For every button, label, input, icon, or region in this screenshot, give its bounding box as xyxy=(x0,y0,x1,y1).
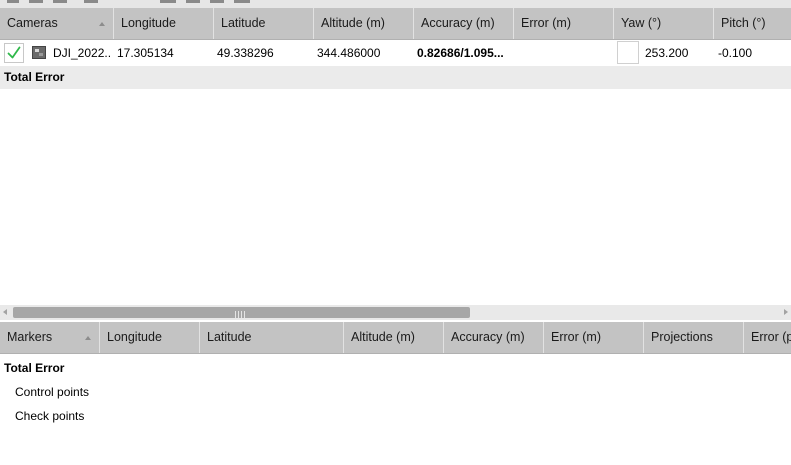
column-header-markers[interactable]: Markers xyxy=(0,322,100,353)
column-header-longitude[interactable]: Longitude xyxy=(100,322,200,353)
column-header-error-pix[interactable]: Error (p xyxy=(744,322,791,353)
control-points-group[interactable]: Control points xyxy=(15,380,89,404)
toolbar-icon[interactable] xyxy=(29,0,43,3)
camera-latitude: 49.338296 xyxy=(217,46,274,60)
camera-altitude: 344.486000 xyxy=(317,46,381,60)
scroll-right-arrow-icon[interactable] xyxy=(784,309,788,315)
markers-table-header: Markers Longitude Latitude Altitude (m) … xyxy=(0,322,791,354)
toolbar-icon[interactable] xyxy=(53,0,67,3)
toolbar-icon[interactable] xyxy=(160,0,176,3)
markers-total-error-row[interactable]: Total Error xyxy=(4,356,64,380)
camera-accuracy: 0.82686/1.095... xyxy=(417,46,504,60)
scroll-left-arrow-icon[interactable] xyxy=(3,309,7,315)
column-header-pitch[interactable]: Pitch (°) xyxy=(714,8,791,39)
check-points-group[interactable]: Check points xyxy=(15,404,84,428)
column-header-error[interactable]: Error (m) xyxy=(514,8,614,39)
column-header-latitude[interactable]: Latitude xyxy=(200,322,344,353)
toolbar-icon[interactable] xyxy=(186,0,200,3)
column-header-altitude[interactable]: Altitude (m) xyxy=(314,8,414,39)
camera-pitch: -0.100 xyxy=(718,46,753,60)
checkmark-icon xyxy=(7,46,21,59)
sort-ascending-icon xyxy=(85,336,91,340)
column-header-altitude[interactable]: Altitude (m) xyxy=(344,322,444,353)
camera-enabled-checkbox[interactable] xyxy=(4,43,24,63)
camera-longitude: 17.305134 xyxy=(117,46,174,60)
camera-yaw: 253.200 xyxy=(645,46,689,60)
camera-label: DJI_2022... xyxy=(53,46,111,60)
column-header-error[interactable]: Error (m) xyxy=(544,322,644,353)
cameras-total-error-row[interactable]: Total Error xyxy=(0,66,791,89)
sort-ascending-icon xyxy=(99,22,105,26)
toolbar xyxy=(0,0,791,8)
column-header-accuracy[interactable]: Accuracy (m) xyxy=(414,8,514,39)
column-header-projections[interactable]: Projections xyxy=(644,322,744,353)
column-header-latitude[interactable]: Latitude xyxy=(214,8,314,39)
grip-icon xyxy=(238,311,239,318)
toolbar-icon[interactable] xyxy=(84,0,98,3)
toolbar-icon[interactable] xyxy=(7,0,19,3)
grip-icon xyxy=(244,311,245,318)
cameras-table-header: Cameras Longitude Latitude Altitude (m) … xyxy=(0,8,791,40)
camera-image-icon xyxy=(32,46,46,59)
column-header-yaw[interactable]: Yaw (°) xyxy=(614,8,714,39)
yaw-color-swatch[interactable] xyxy=(617,41,639,64)
column-header-accuracy[interactable]: Accuracy (m) xyxy=(444,322,544,353)
horizontal-scrollbar[interactable] xyxy=(0,305,791,320)
toolbar-icon[interactable] xyxy=(234,0,250,3)
column-header-cameras[interactable]: Cameras xyxy=(0,8,114,39)
column-header-longitude[interactable]: Longitude xyxy=(114,8,214,39)
grip-icon xyxy=(241,311,242,318)
scrollbar-thumb[interactable] xyxy=(13,307,470,318)
grip-icon xyxy=(235,311,236,318)
table-row[interactable]: DJI_2022... 17.305134 49.338296 344.4860… xyxy=(0,40,791,66)
toolbar-icon[interactable] xyxy=(210,0,224,3)
